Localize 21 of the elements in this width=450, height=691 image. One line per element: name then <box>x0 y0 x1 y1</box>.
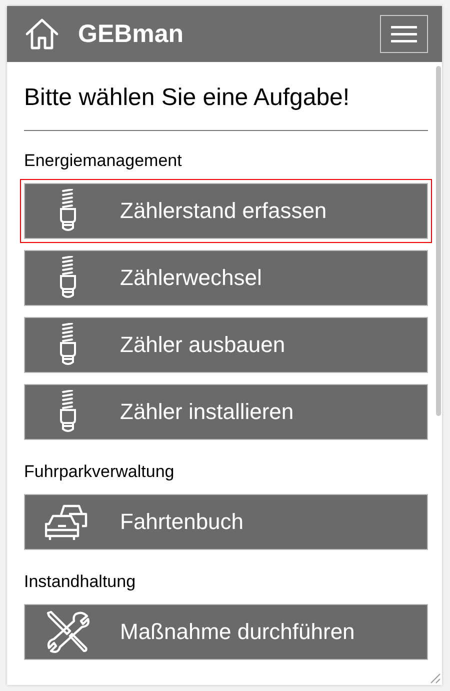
menu-button[interactable] <box>380 15 428 53</box>
section-title: Instandhaltung <box>24 572 137 592</box>
page-heading: Bitte wählen Sie eine Aufgabe! <box>24 83 351 113</box>
resize-grip-icon[interactable] <box>429 672 441 684</box>
section-title: Energiemanagement <box>24 151 183 171</box>
home-icon[interactable] <box>25 18 59 50</box>
light-bulb-icon <box>58 390 78 434</box>
light-bulb-icon <box>58 323 78 367</box>
app-title: GEBman <box>78 20 185 48</box>
light-bulb-icon <box>58 256 78 300</box>
task-button[interactable]: Fahrtenbuch <box>24 494 428 550</box>
task-button[interactable]: Zählerwechsel <box>24 250 428 306</box>
task-button[interactable]: Zählerstand erfassen <box>20 179 432 243</box>
section-title: Fuhrparkverwaltung <box>24 462 176 482</box>
light-bulb-icon <box>58 189 78 233</box>
tools-icon <box>46 610 90 654</box>
task-button[interactable]: Maßnahme durchführen <box>24 604 428 660</box>
scrollbar[interactable] <box>436 66 441 416</box>
task-button[interactable]: Zähler ausbauen <box>24 317 428 373</box>
menu-icon <box>391 25 417 43</box>
task-button[interactable]: Zähler installieren <box>24 384 428 440</box>
